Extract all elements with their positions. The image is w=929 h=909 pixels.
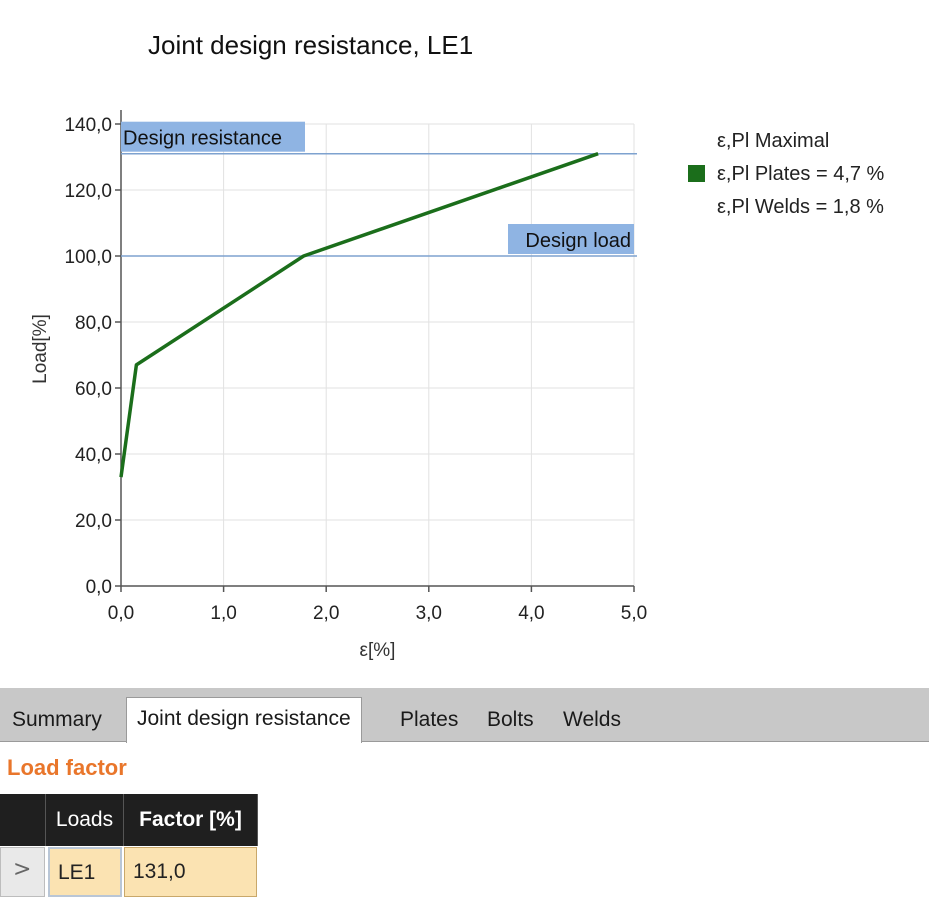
tab-welds[interactable]: Welds	[553, 699, 631, 741]
tab-bar: Summary Joint design resistance Plates B…	[0, 688, 929, 743]
section-title: Load factor	[7, 755, 127, 780]
tab-joint-design-resistance[interactable]: Joint design resistance	[126, 697, 362, 743]
x-tick-label: 4,0	[518, 603, 544, 624]
y-axis-label: Load[%]	[30, 314, 51, 384]
row-header-corner	[0, 794, 46, 846]
y-tick-label: 100,0	[64, 247, 112, 268]
legend-label: ε,Pl Plates = 4,7 %	[717, 162, 885, 185]
legend-label: ε,Pl Welds = 1,8 %	[717, 195, 884, 218]
y-tick-label: 20,0	[75, 511, 112, 532]
chart: 0,0 20,0 40,0 60,0 80,0 100,0 120,0 140,0 0,0 1,0…	[30, 110, 647, 661]
legend-swatch	[688, 165, 705, 182]
cell-loads[interactable]: LE1	[48, 847, 122, 897]
chevron-right-icon: >	[13, 857, 32, 882]
y-tick-label: 0,0	[86, 577, 112, 598]
x-tick-label: 1,0	[210, 603, 236, 624]
x-tick-label: 5,0	[621, 603, 647, 624]
y-tick-label: 60,0	[75, 379, 112, 400]
legend-label: ε,Pl Maximal	[717, 129, 830, 152]
x-tick-label: 3,0	[416, 603, 442, 624]
reference-line-label: Design load	[525, 230, 631, 252]
y-tick-label: 120,0	[64, 181, 112, 202]
column-header-factor[interactable]: Factor [%]	[124, 794, 258, 846]
series-line-plates	[119, 152, 599, 478]
x-tick-label: 0,0	[108, 603, 134, 624]
y-tick-label: 140,0	[64, 115, 112, 136]
legend-entry: ε,Pl Plates = 4,7 %	[688, 157, 884, 190]
tab-plates[interactable]: Plates	[390, 699, 468, 741]
cell-factor[interactable]: 131,0	[124, 847, 257, 897]
legend-entry: ε,Pl Welds = 1,8 %	[688, 190, 884, 223]
reference-line-label: Design resistance	[123, 128, 282, 150]
chart-legend: ε,Pl Maximal ε,Pl Plates = 4,7 % ε,Pl Weld…	[688, 124, 884, 223]
x-tick-label: 2,0	[313, 603, 339, 624]
load-factor-table: Loads Factor [%] > LE1 131,0	[0, 794, 259, 902]
tab-summary[interactable]: Summary	[2, 699, 112, 741]
column-header-loads[interactable]: Loads	[46, 794, 124, 846]
tab-bolts[interactable]: Bolts	[477, 699, 544, 741]
x-axis-label: ε[%]	[360, 640, 396, 661]
legend-entry: ε,Pl Maximal	[688, 124, 884, 157]
row-selector[interactable]: >	[0, 847, 45, 897]
y-tick-label: 40,0	[75, 445, 112, 466]
y-tick-label: 80,0	[75, 313, 112, 334]
